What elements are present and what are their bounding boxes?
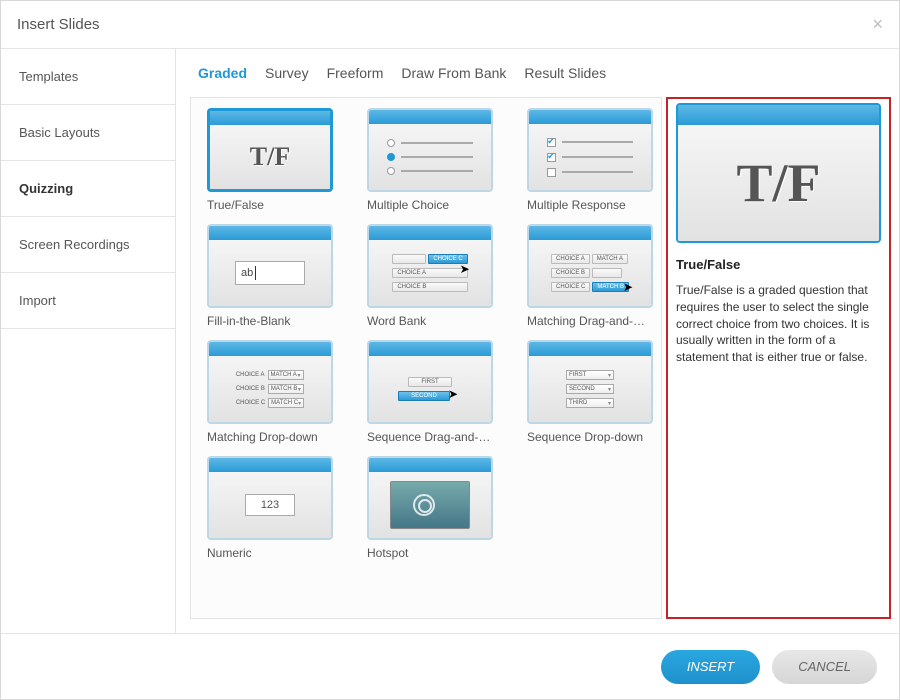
tab-survey[interactable]: Survey: [265, 65, 309, 81]
question-grid: T/F True/False: [190, 97, 662, 619]
grid-item-word-bank[interactable]: CHOICE C CHOICE A CHOICE B ➤ Word Bank: [355, 224, 505, 328]
hotspot-icon: [390, 481, 470, 529]
grid-item-multiple-response[interactable]: Multiple Response: [515, 108, 662, 212]
content-row: T/F True/False: [176, 91, 899, 633]
tab-draw-from-bank[interactable]: Draw From Bank: [401, 65, 506, 81]
grid-item-label: Matching Drag-and-…: [515, 314, 662, 328]
sequence-dropdown-icon: FIRST▾ SECOND▾ THIRD▾: [566, 370, 614, 408]
sidebar-item-label: Templates: [19, 69, 78, 84]
dialog-body: Templates Basic Layouts Quizzing Screen …: [1, 49, 899, 633]
grid-item-label: Multiple Choice: [355, 198, 505, 212]
thumb-multiple-choice[interactable]: [367, 108, 493, 192]
grid-item-matching-dropdown[interactable]: CHOICE AMATCH A▾ CHOICE BMATCH B▾ CHOICE…: [195, 340, 345, 444]
thumb-true-false[interactable]: T/F: [207, 108, 333, 192]
matching-dropdown-icon: CHOICE AMATCH A▾ CHOICE BMATCH B▾ CHOICE…: [236, 370, 304, 408]
word-bank-icon: CHOICE C CHOICE A CHOICE B ➤: [392, 254, 467, 292]
cursor-icon: ➤: [460, 262, 470, 276]
grid-item-numeric[interactable]: 123 Numeric: [195, 456, 345, 560]
tabs: Graded Survey Freeform Draw From Bank Re…: [176, 49, 899, 91]
thumb-fill-blank[interactable]: ab: [207, 224, 333, 308]
multiple-choice-icon: [387, 139, 472, 175]
grid-item-sequence-dropdown[interactable]: FIRST▾ SECOND▾ THIRD▾ Sequence Drop-down: [515, 340, 662, 444]
grid-item-label: Sequence Drag-and-…: [355, 430, 505, 444]
grid-item-label: Numeric: [195, 546, 345, 560]
sidebar-item-label: Screen Recordings: [19, 237, 130, 252]
grid-item-label: Matching Drop-down: [195, 430, 345, 444]
sidebar: Templates Basic Layouts Quizzing Screen …: [1, 49, 176, 633]
grid-item-hotspot[interactable]: Hotspot: [355, 456, 505, 560]
cursor-icon: ➤: [448, 387, 458, 401]
tab-graded[interactable]: Graded: [198, 65, 247, 81]
tab-freeform[interactable]: Freeform: [327, 65, 384, 81]
sidebar-item-label: Import: [19, 293, 56, 308]
tf-icon: T/F: [250, 142, 290, 172]
grid-item-label: Multiple Response: [515, 198, 662, 212]
dialog-title: Insert Slides: [17, 16, 100, 33]
grid-item-true-false[interactable]: T/F True/False: [195, 108, 345, 212]
grid-item-label: Word Bank: [355, 314, 505, 328]
preview-description: True/False is a graded question that req…: [676, 282, 881, 366]
cursor-icon: ➤: [623, 280, 633, 294]
matching-drag-icon: CHOICE AMATCH A CHOICE B CHOICE CMATCH B…: [551, 254, 629, 292]
close-icon[interactable]: ×: [872, 14, 883, 35]
insert-button[interactable]: INSERT: [661, 650, 760, 684]
grid-item-label: Fill-in-the-Blank: [195, 314, 345, 328]
dialog-footer: INSERT CANCEL: [1, 633, 899, 699]
grid-item-label: Hotspot: [355, 546, 505, 560]
thumb-sequence-dropdown[interactable]: FIRST▾ SECOND▾ THIRD▾: [527, 340, 653, 424]
thumb-sequence-drag[interactable]: FIRST SECOND ➤: [367, 340, 493, 424]
sequence-drag-icon: FIRST SECOND ➤: [408, 377, 452, 401]
sidebar-item-screen-recordings[interactable]: Screen Recordings: [1, 217, 175, 273]
grid-item-label: True/False: [195, 198, 345, 212]
preview-thumb: T/F: [676, 103, 881, 243]
thumb-matching-drag[interactable]: CHOICE AMATCH A CHOICE B CHOICE CMATCH B…: [527, 224, 653, 308]
titlebar: Insert Slides ×: [1, 1, 899, 49]
grid-item-fill-blank[interactable]: ab Fill-in-the-Blank: [195, 224, 345, 328]
sidebar-item-label: Quizzing: [19, 181, 73, 196]
sidebar-item-label: Basic Layouts: [19, 125, 100, 140]
grid-item-matching-drag[interactable]: CHOICE AMATCH A CHOICE B CHOICE CMATCH B…: [515, 224, 662, 328]
grid-item-multiple-choice[interactable]: Multiple Choice: [355, 108, 505, 212]
thumb-hotspot[interactable]: [367, 456, 493, 540]
sidebar-item-import[interactable]: Import: [1, 273, 175, 329]
main-panel: Graded Survey Freeform Draw From Bank Re…: [176, 49, 899, 633]
sidebar-item-quizzing[interactable]: Quizzing: [1, 161, 175, 217]
numeric-icon: 123: [245, 494, 295, 516]
fill-blank-icon: ab: [235, 261, 305, 285]
sidebar-item-basic-layouts[interactable]: Basic Layouts: [1, 105, 175, 161]
grid-item-label: Sequence Drop-down: [515, 430, 662, 444]
thumb-word-bank[interactable]: CHOICE C CHOICE A CHOICE B ➤: [367, 224, 493, 308]
cancel-button[interactable]: CANCEL: [772, 650, 877, 684]
tf-icon: T/F: [736, 152, 820, 214]
preview-panel: T/F True/False True/False is a graded qu…: [666, 97, 891, 619]
thumb-numeric[interactable]: 123: [207, 456, 333, 540]
sidebar-item-templates[interactable]: Templates: [1, 49, 175, 105]
thumb-multiple-response[interactable]: [527, 108, 653, 192]
preview-title: True/False: [676, 257, 881, 272]
insert-slides-dialog: Insert Slides × Templates Basic Layouts …: [0, 0, 900, 700]
grid-item-sequence-drag[interactable]: FIRST SECOND ➤ Sequence Drag-and-…: [355, 340, 505, 444]
tab-result-slides[interactable]: Result Slides: [524, 65, 606, 81]
thumb-matching-dropdown[interactable]: CHOICE AMATCH A▾ CHOICE BMATCH B▾ CHOICE…: [207, 340, 333, 424]
multiple-response-icon: [547, 138, 632, 177]
